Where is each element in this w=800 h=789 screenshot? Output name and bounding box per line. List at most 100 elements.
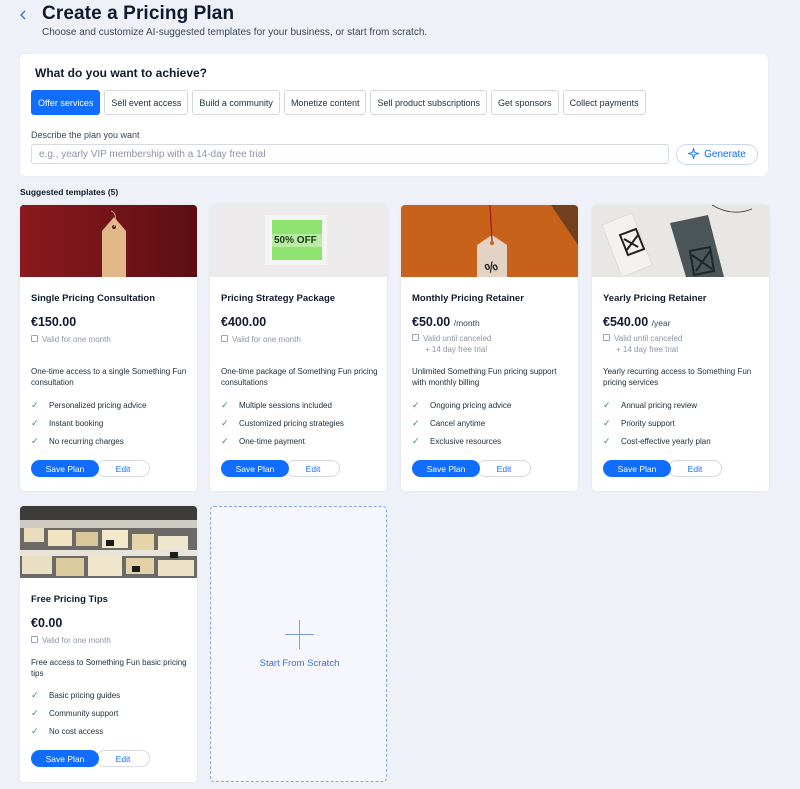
check-icon: ✓ xyxy=(221,417,229,428)
card-actions: Save Plan Edit xyxy=(603,460,722,477)
card-image-orange-tag: % xyxy=(401,205,578,277)
edit-button[interactable]: Edit xyxy=(668,460,722,477)
card-description: One-time package of Something Fun pricin… xyxy=(221,367,378,387)
chip-sell-event-access[interactable]: Sell event access xyxy=(104,90,189,115)
check-icon: ✓ xyxy=(412,435,420,446)
card-price: €150.00 xyxy=(31,315,76,329)
card-validity: Valid until canceled + 14 day free trial xyxy=(412,333,491,355)
card-price: €540.00 /year xyxy=(603,315,671,329)
template-card: Free Pricing Tips €0.00 Valid for one mo… xyxy=(20,506,197,782)
feature-list: ✓ Annual pricing review ✓ Priority support… xyxy=(603,396,711,450)
feature-text: Multiple sessions included xyxy=(239,400,332,410)
price-period: /year xyxy=(651,318,671,328)
feature-item: ✓ Annual pricing review xyxy=(603,396,711,414)
card-title: Free Pricing Tips xyxy=(31,594,108,605)
card-validity: Valid for one month xyxy=(31,635,111,646)
price-value: €400.00 xyxy=(221,315,267,329)
feature-item: ✓ Cost-effective yearly plan xyxy=(603,432,711,450)
edit-button[interactable]: Edit xyxy=(96,750,150,767)
check-icon: ✓ xyxy=(31,417,39,428)
template-card: Single Pricing Consultation €150.00 Vali… xyxy=(20,205,197,491)
chip-get-sponsors[interactable]: Get sponsors xyxy=(491,90,559,115)
generate-button[interactable]: Generate xyxy=(676,144,758,165)
feature-item: ✓ Instant booking xyxy=(31,414,146,432)
start-from-scratch-label: Start From Scratch xyxy=(259,658,340,669)
trial-text: + 14 day free trial xyxy=(616,345,679,354)
check-icon: ✓ xyxy=(31,435,39,446)
save-plan-button[interactable]: Save Plan xyxy=(31,460,99,477)
feature-item: ✓ Priority support xyxy=(603,414,711,432)
check-icon: ✓ xyxy=(221,435,229,446)
card-actions: Save Plan Edit xyxy=(221,460,340,477)
sparkle-icon xyxy=(686,146,701,162)
check-icon: ✓ xyxy=(412,417,420,428)
goal-panel-title: What do you want to achieve? xyxy=(35,66,208,80)
card-validity: Valid until canceled + 14 day free trial xyxy=(603,333,682,355)
template-card: % Monthly Pricing Retainer €50.00 /month… xyxy=(401,205,578,491)
feature-item: ✓ Basic pricing guides xyxy=(31,686,120,704)
card-price: €50.00 /month xyxy=(412,315,480,329)
calendar-icon xyxy=(221,335,228,342)
price-value: €0.00 xyxy=(31,616,63,630)
feature-text: Annual pricing review xyxy=(621,400,698,410)
price-value: €540.00 xyxy=(603,315,649,329)
save-plan-button[interactable]: Save Plan xyxy=(603,460,671,477)
chip-build-community[interactable]: Build a community xyxy=(192,90,280,115)
describe-input[interactable] xyxy=(31,144,669,164)
suggested-templates-label: Suggested templates (5) xyxy=(20,187,119,197)
chevron-left-icon[interactable] xyxy=(17,6,31,24)
save-plan-button[interactable]: Save Plan xyxy=(221,460,289,477)
start-from-scratch-card[interactable]: Start From Scratch xyxy=(210,506,387,782)
discount-sign-text: 50% OFF xyxy=(274,235,317,246)
feature-text: Cancel anytime xyxy=(430,418,486,428)
feature-text: Cost-effective yearly plan xyxy=(621,436,711,446)
check-icon: ✓ xyxy=(221,399,229,410)
feature-text: Priority support xyxy=(621,418,675,428)
chip-offer-services[interactable]: Offer services xyxy=(31,90,101,115)
feature-list: ✓ Personalized pricing advice ✓ Instant bo… xyxy=(31,396,146,450)
check-icon: ✓ xyxy=(31,707,39,718)
feature-item: ✓ One-time payment xyxy=(221,432,344,450)
chip-sell-product-subscriptions[interactable]: Sell product subscriptions xyxy=(370,90,488,115)
price-value: €50.00 xyxy=(412,315,451,329)
card-description: Yearly recurring access to Something Fun… xyxy=(603,367,752,387)
save-plan-button[interactable]: Save Plan xyxy=(412,460,480,477)
validity-text: Valid until canceled xyxy=(614,334,683,343)
check-icon: ✓ xyxy=(603,417,611,428)
card-title: Single Pricing Consultation xyxy=(31,293,156,304)
feature-text: No recurring charges xyxy=(49,436,124,446)
card-title: Yearly Pricing Retainer xyxy=(603,293,707,304)
feature-text: One-time payment xyxy=(239,436,305,446)
card-description: Free access to Something Fun basic prici… xyxy=(31,658,187,678)
chip-monetize-content[interactable]: Monetize content xyxy=(283,90,367,115)
feature-text: Basic pricing guides xyxy=(49,690,121,700)
feature-list: ✓ Ongoing pricing advice ✓ Cancel anytime … xyxy=(412,396,511,450)
edit-button[interactable]: Edit xyxy=(96,460,150,477)
edit-button[interactable]: Edit xyxy=(286,460,340,477)
feature-text: No cost access xyxy=(49,726,104,736)
check-icon: ✓ xyxy=(412,399,420,410)
edit-button[interactable]: Edit xyxy=(477,460,531,477)
card-title: Monthly Pricing Retainer xyxy=(412,293,524,304)
goal-panel: What do you want to achieve? Offer servi… xyxy=(20,54,768,176)
feature-item: ✓ Community support xyxy=(31,704,120,722)
chip-collect-payments[interactable]: Collect payments xyxy=(562,90,646,115)
card-actions: Save Plan Edit xyxy=(412,460,531,477)
calendar-icon xyxy=(31,636,38,643)
save-plan-button[interactable]: Save Plan xyxy=(31,750,99,767)
check-icon: ✓ xyxy=(603,399,611,410)
card-actions: Save Plan Edit xyxy=(31,750,150,767)
feature-item: ✓ Exclusive resources xyxy=(412,432,511,450)
feature-item: ✓ No cost access xyxy=(31,722,120,740)
describe-label: Describe the plan you want xyxy=(31,130,140,140)
card-description: One-time access to a single Something Fu… xyxy=(31,367,187,387)
feature-text: Community support xyxy=(49,708,119,718)
calendar-icon xyxy=(31,335,38,342)
feature-item: ✓ Ongoing pricing advice xyxy=(412,396,511,414)
feature-item: ✓ Cancel anytime xyxy=(412,414,511,432)
page-header: Create a Pricing Plan Choose and customi… xyxy=(0,0,800,48)
price-value: €150.00 xyxy=(31,315,77,329)
template-card: Yearly Pricing Retainer €540.00 /year Va… xyxy=(592,205,769,491)
validity-text: Valid for one month xyxy=(232,335,301,344)
page-subtitle: Choose and customize AI-suggested templa… xyxy=(42,27,428,38)
